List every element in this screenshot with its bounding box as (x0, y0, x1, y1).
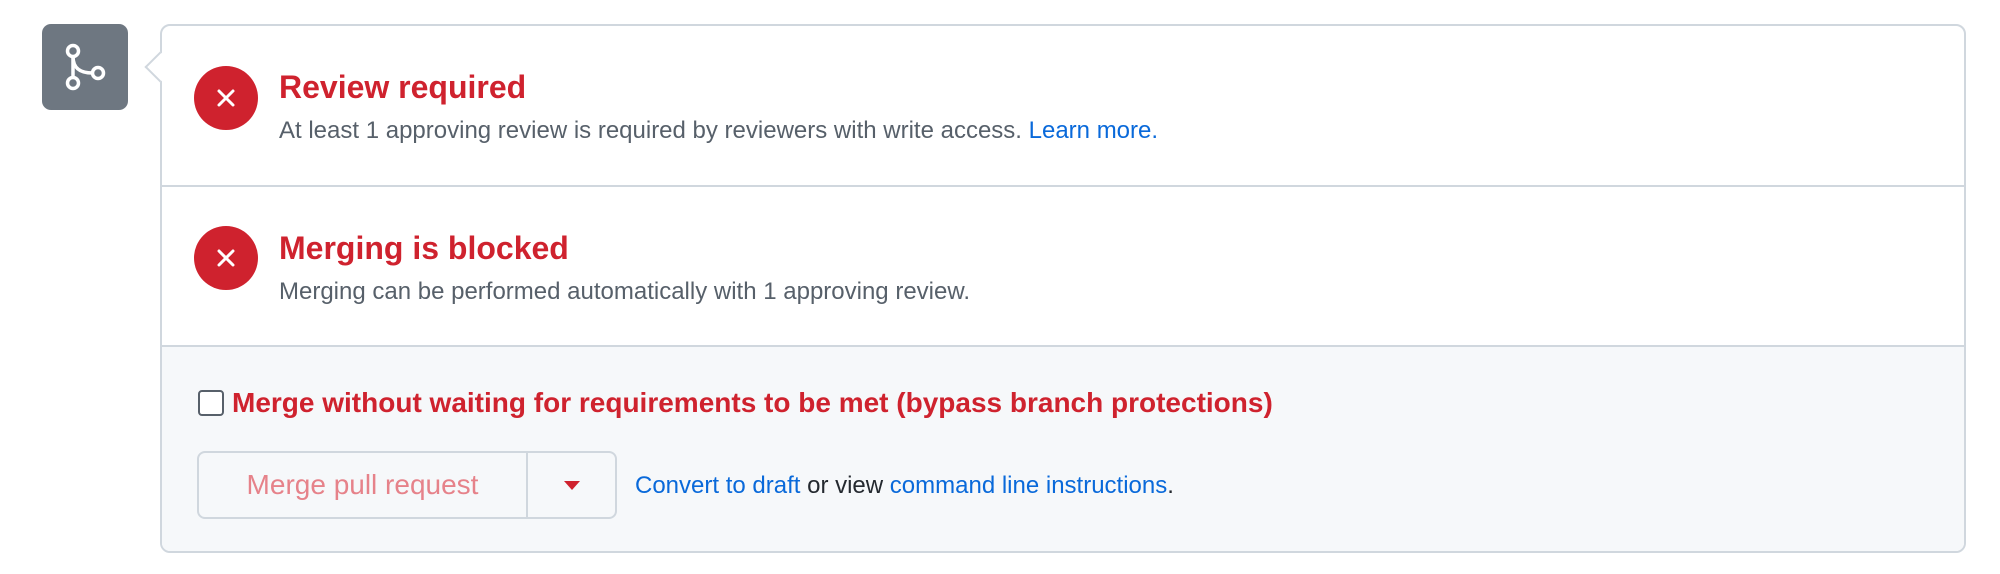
bypass-option[interactable]: Merge without waiting for requirements t… (198, 389, 1273, 417)
review-required-title: Review required (279, 69, 527, 105)
merge-method-dropdown-button[interactable] (527, 451, 617, 519)
x-circle-icon (194, 226, 258, 290)
convert-to-draft-link[interactable]: Convert to draft (635, 472, 800, 499)
learn-more-link[interactable]: Learn more. (1029, 117, 1158, 144)
merge-actions-section: Merge without waiting for requirements t… (162, 347, 1964, 551)
merge-pull-request-button[interactable]: Merge pull request (197, 451, 527, 519)
bypass-label[interactable]: Merge without waiting for requirements t… (232, 389, 1273, 417)
command-line-instructions-link[interactable]: command line instructions (890, 472, 1167, 499)
merging-blocked-title: Merging is blocked (279, 230, 569, 266)
alternative-actions: Convert to draft or view command line in… (635, 474, 1174, 498)
or-view-text: or view (807, 472, 884, 499)
x-circle-icon (194, 66, 258, 130)
merge-panel: Review required At least 1 approving rev… (144, 24, 1966, 553)
triangle-down-icon (563, 480, 580, 490)
review-required-text: At least 1 approving review is required … (279, 117, 1022, 144)
trailing-period: . (1167, 472, 1174, 499)
merge-box: Review required At least 1 approving rev… (0, 0, 2000, 574)
merging-blocked-section: Merging is blocked Merging can be perfor… (162, 187, 1964, 347)
bypass-checkbox[interactable] (198, 390, 224, 416)
merging-blocked-description: Merging can be performed automatically w… (279, 278, 971, 305)
git-merge-icon (65, 43, 106, 91)
review-required-description: At least 1 approving review is required … (279, 119, 1158, 143)
merge-status-tile (42, 24, 128, 110)
review-required-section: Review required At least 1 approving rev… (162, 26, 1964, 187)
merge-button-group: Merge pull request (197, 451, 617, 519)
